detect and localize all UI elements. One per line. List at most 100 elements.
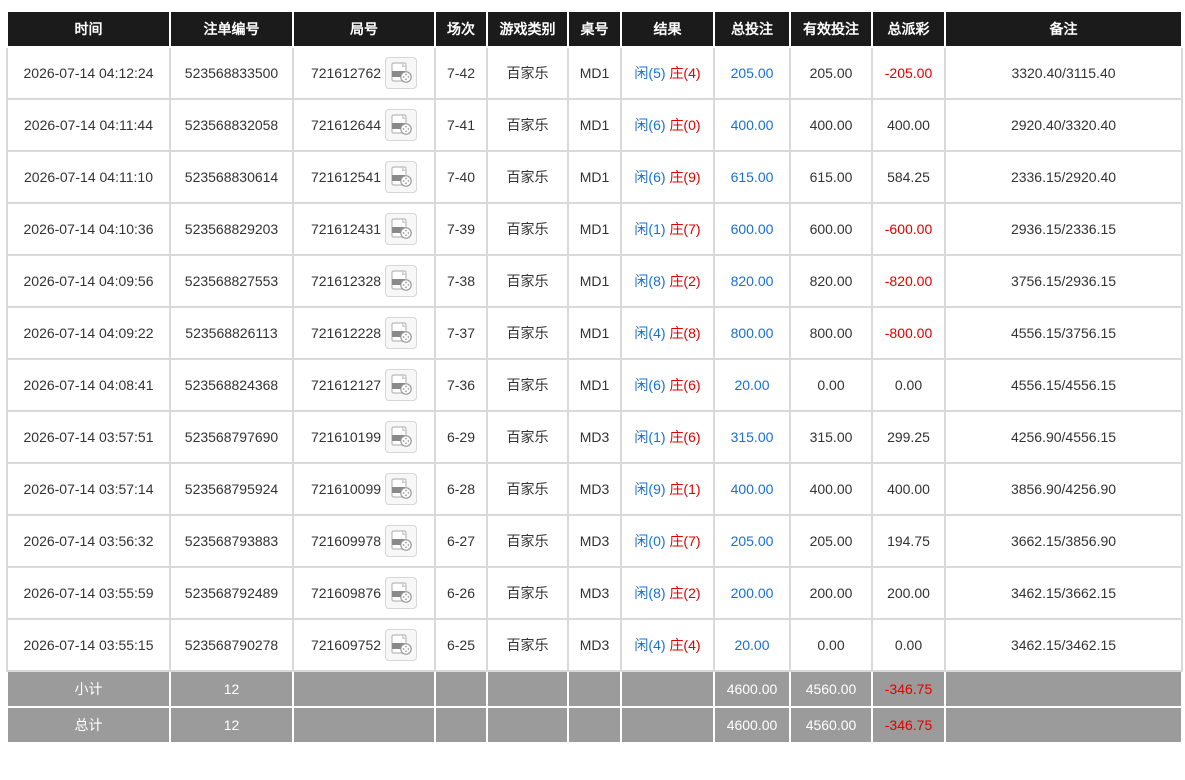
cell-game-type: 百家乐 bbox=[486, 254, 569, 308]
cell-session: 7-40 bbox=[434, 150, 488, 204]
cell-session: 6-29 bbox=[434, 410, 488, 464]
header-round-number: 局号 bbox=[292, 10, 436, 48]
video-replay-button[interactable] bbox=[385, 57, 418, 89]
cell-total-bet: 400.00 bbox=[713, 462, 791, 516]
cell-order-number: 523568826113 bbox=[169, 306, 294, 360]
video-replay-icon bbox=[391, 62, 412, 83]
footer-valid-bet: 4560.00 bbox=[789, 706, 873, 744]
result-player: 闲(1) bbox=[634, 221, 666, 237]
footer-count: 12 bbox=[169, 706, 294, 744]
video-replay-button[interactable] bbox=[385, 317, 418, 349]
cell-table-number: MD1 bbox=[567, 254, 622, 308]
cell-total-bet: 820.00 bbox=[713, 254, 791, 308]
table-row: 2026-07-14 03:57:14 523568795924 7216100… bbox=[6, 462, 1183, 516]
cell-order-number: 523568797690 bbox=[169, 410, 294, 464]
video-replay-button[interactable] bbox=[385, 213, 418, 245]
footer-empty bbox=[620, 670, 715, 708]
table-row: 2026-07-14 04:08:41 523568824368 7216121… bbox=[6, 358, 1183, 412]
cell-round-number: 721612644 bbox=[292, 98, 436, 152]
cell-table-number: MD1 bbox=[567, 46, 622, 100]
video-replay-icon bbox=[391, 478, 412, 499]
footer-empty bbox=[944, 670, 1183, 708]
cell-order-number: 523568795924 bbox=[169, 462, 294, 516]
round-wrap: 721610199 bbox=[310, 421, 418, 453]
round-number-text: 721612431 bbox=[310, 221, 382, 237]
cell-time: 2026-07-14 03:57:51 bbox=[6, 410, 171, 464]
cell-round-number: 721612127 bbox=[292, 358, 436, 412]
cell-table-number: MD1 bbox=[567, 98, 622, 152]
cell-result: 闲(5) 庄(4) bbox=[620, 46, 715, 100]
round-number-text: 721609752 bbox=[310, 637, 382, 653]
cell-result: 闲(9) 庄(1) bbox=[620, 462, 715, 516]
cell-game-type: 百家乐 bbox=[486, 566, 569, 620]
cell-game-type: 百家乐 bbox=[486, 150, 569, 204]
result-player: 闲(8) bbox=[634, 273, 666, 289]
round-wrap: 721612431 bbox=[310, 213, 418, 245]
cell-total-payout: -205.00 bbox=[871, 46, 946, 100]
table-row: 2026-07-14 03:57:51 523568797690 7216101… bbox=[6, 410, 1183, 464]
cell-note: 3462.15/3662.15 bbox=[944, 566, 1183, 620]
cell-valid-bet: 400.00 bbox=[789, 462, 873, 516]
video-replay-button[interactable] bbox=[385, 473, 418, 505]
cell-note: 2920.40/3320.40 bbox=[944, 98, 1183, 152]
video-replay-button[interactable] bbox=[385, 109, 418, 141]
cell-time: 2026-07-14 04:08:41 bbox=[6, 358, 171, 412]
cell-session: 7-42 bbox=[434, 46, 488, 100]
footer-total-bet: 4600.00 bbox=[713, 706, 791, 744]
cell-total-payout: -800.00 bbox=[871, 306, 946, 360]
header-table-number: 桌号 bbox=[567, 10, 622, 48]
footer-row: 总计 12 4600.00 4560.00 -346.75 bbox=[6, 706, 1183, 744]
table-header-row: 时间 注单编号 局号 场次 游戏类别 桌号 结果 总投注 有效投注 总派彩 备注 bbox=[6, 10, 1183, 48]
video-replay-button[interactable] bbox=[385, 577, 418, 609]
footer-empty bbox=[292, 670, 436, 708]
footer-total-payout: -346.75 bbox=[871, 706, 946, 744]
footer-valid-bet: 4560.00 bbox=[789, 670, 873, 708]
cell-session: 7-41 bbox=[434, 98, 488, 152]
video-replay-icon bbox=[391, 634, 412, 655]
video-replay-icon bbox=[391, 270, 412, 291]
cell-game-type: 百家乐 bbox=[486, 358, 569, 412]
cell-total-bet: 315.00 bbox=[713, 410, 791, 464]
cell-valid-bet: 315.00 bbox=[789, 410, 873, 464]
cell-time: 2026-07-14 04:09:22 bbox=[6, 306, 171, 360]
round-number-text: 721612127 bbox=[310, 377, 382, 393]
cell-round-number: 721609752 bbox=[292, 618, 436, 672]
footer-label: 小计 bbox=[6, 670, 171, 708]
cell-order-number: 523568827553 bbox=[169, 254, 294, 308]
table-row: 2026-07-14 04:11:10 523568830614 7216125… bbox=[6, 150, 1183, 204]
cell-order-number: 523568792489 bbox=[169, 566, 294, 620]
header-valid-bet: 有效投注 bbox=[789, 10, 873, 48]
video-replay-button[interactable] bbox=[385, 421, 418, 453]
cell-game-type: 百家乐 bbox=[486, 410, 569, 464]
video-replay-button[interactable] bbox=[385, 629, 418, 661]
cell-total-payout: 584.25 bbox=[871, 150, 946, 204]
cell-total-payout: -600.00 bbox=[871, 202, 946, 256]
cell-valid-bet: 205.00 bbox=[789, 46, 873, 100]
cell-table-number: MD3 bbox=[567, 618, 622, 672]
round-wrap: 721609876 bbox=[311, 577, 418, 609]
video-replay-button[interactable] bbox=[385, 525, 418, 557]
header-result: 结果 bbox=[620, 10, 715, 48]
cell-round-number: 721612762 bbox=[292, 46, 436, 100]
cell-total-payout: 299.25 bbox=[871, 410, 946, 464]
video-replay-button[interactable] bbox=[385, 369, 418, 401]
header-time: 时间 bbox=[6, 10, 171, 48]
cell-result: 闲(1) 庄(7) bbox=[620, 202, 715, 256]
result-player: 闲(4) bbox=[634, 325, 666, 341]
cell-table-number: MD1 bbox=[567, 150, 622, 204]
cell-order-number: 523568824368 bbox=[169, 358, 294, 412]
cell-total-bet: 800.00 bbox=[713, 306, 791, 360]
result-banker: 庄(2) bbox=[669, 273, 701, 289]
cell-order-number: 523568793883 bbox=[169, 514, 294, 568]
cell-result: 闲(8) 庄(2) bbox=[620, 566, 715, 620]
cell-total-bet: 600.00 bbox=[713, 202, 791, 256]
table-row: 2026-07-14 03:55:59 523568792489 7216098… bbox=[6, 566, 1183, 620]
table-row: 2026-07-14 04:09:22 523568826113 7216122… bbox=[6, 306, 1183, 360]
video-replay-button[interactable] bbox=[385, 265, 418, 297]
cell-session: 6-25 bbox=[434, 618, 488, 672]
video-replay-button[interactable] bbox=[385, 161, 418, 193]
video-replay-icon bbox=[391, 426, 412, 447]
cell-game-type: 百家乐 bbox=[486, 618, 569, 672]
cell-time: 2026-07-14 04:11:10 bbox=[6, 150, 171, 204]
round-number-text: 721610199 bbox=[310, 429, 382, 445]
